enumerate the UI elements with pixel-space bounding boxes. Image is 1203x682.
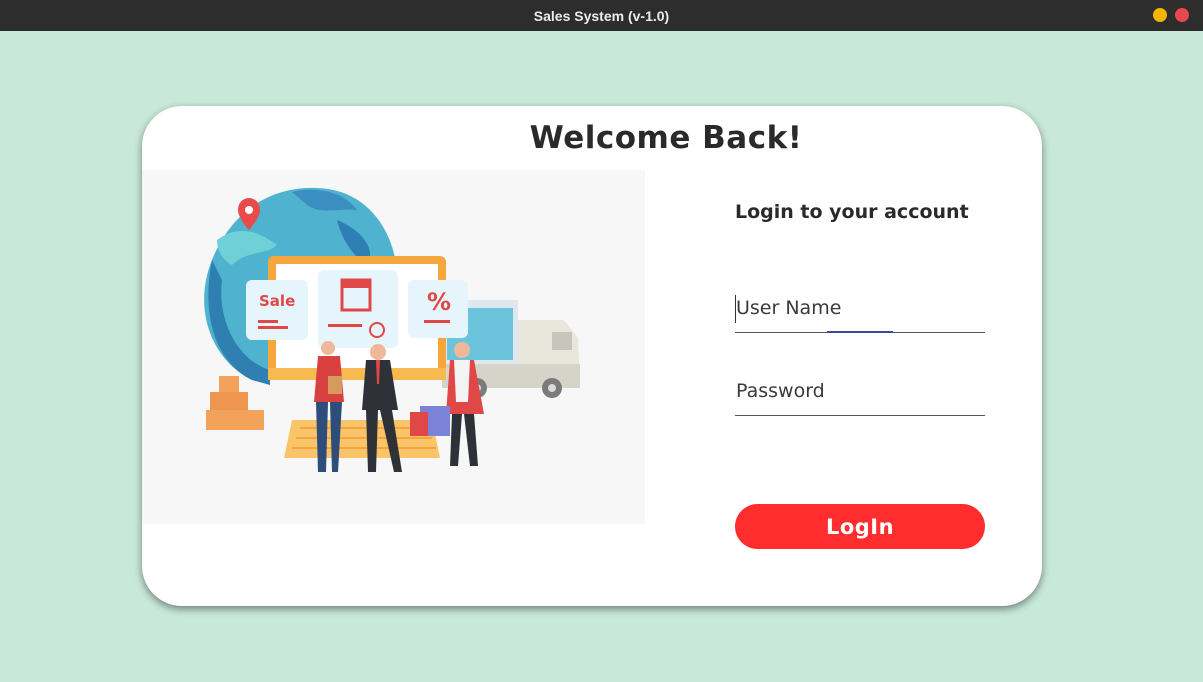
- focus-underline: [827, 331, 893, 333]
- login-card: Welcome Back! Sale % Login to your accou…: [142, 106, 1042, 606]
- title-bar[interactable]: Sales System (v-1.0): [0, 0, 1203, 31]
- login-heading: Login to your account: [735, 201, 969, 223]
- sales-illustration: Sale %: [142, 170, 645, 524]
- minimize-button[interactable]: [1153, 8, 1167, 22]
- illustration-graphic: Sale %: [204, 187, 580, 472]
- window-title: Sales System (v-1.0): [533, 7, 670, 24]
- username-field[interactable]: [735, 288, 985, 333]
- app-window: Sales System (v-1.0) Welcome Back! Sale …: [0, 0, 1203, 682]
- password-input[interactable]: [735, 371, 984, 411]
- boxes-graphic: [206, 376, 264, 430]
- login-button[interactable]: LogIn: [735, 504, 985, 549]
- password-field[interactable]: [735, 371, 985, 416]
- percent-tag: %: [408, 280, 468, 338]
- percent-tag-label: %: [427, 288, 451, 316]
- close-button[interactable]: [1175, 8, 1189, 22]
- sale-tag-label: Sale: [259, 292, 295, 310]
- sale-tag: Sale: [246, 280, 308, 340]
- username-input[interactable]: [735, 288, 984, 328]
- product-card: [318, 270, 398, 348]
- text-caret: [735, 295, 736, 323]
- welcome-heading: Welcome Back!: [529, 120, 803, 156]
